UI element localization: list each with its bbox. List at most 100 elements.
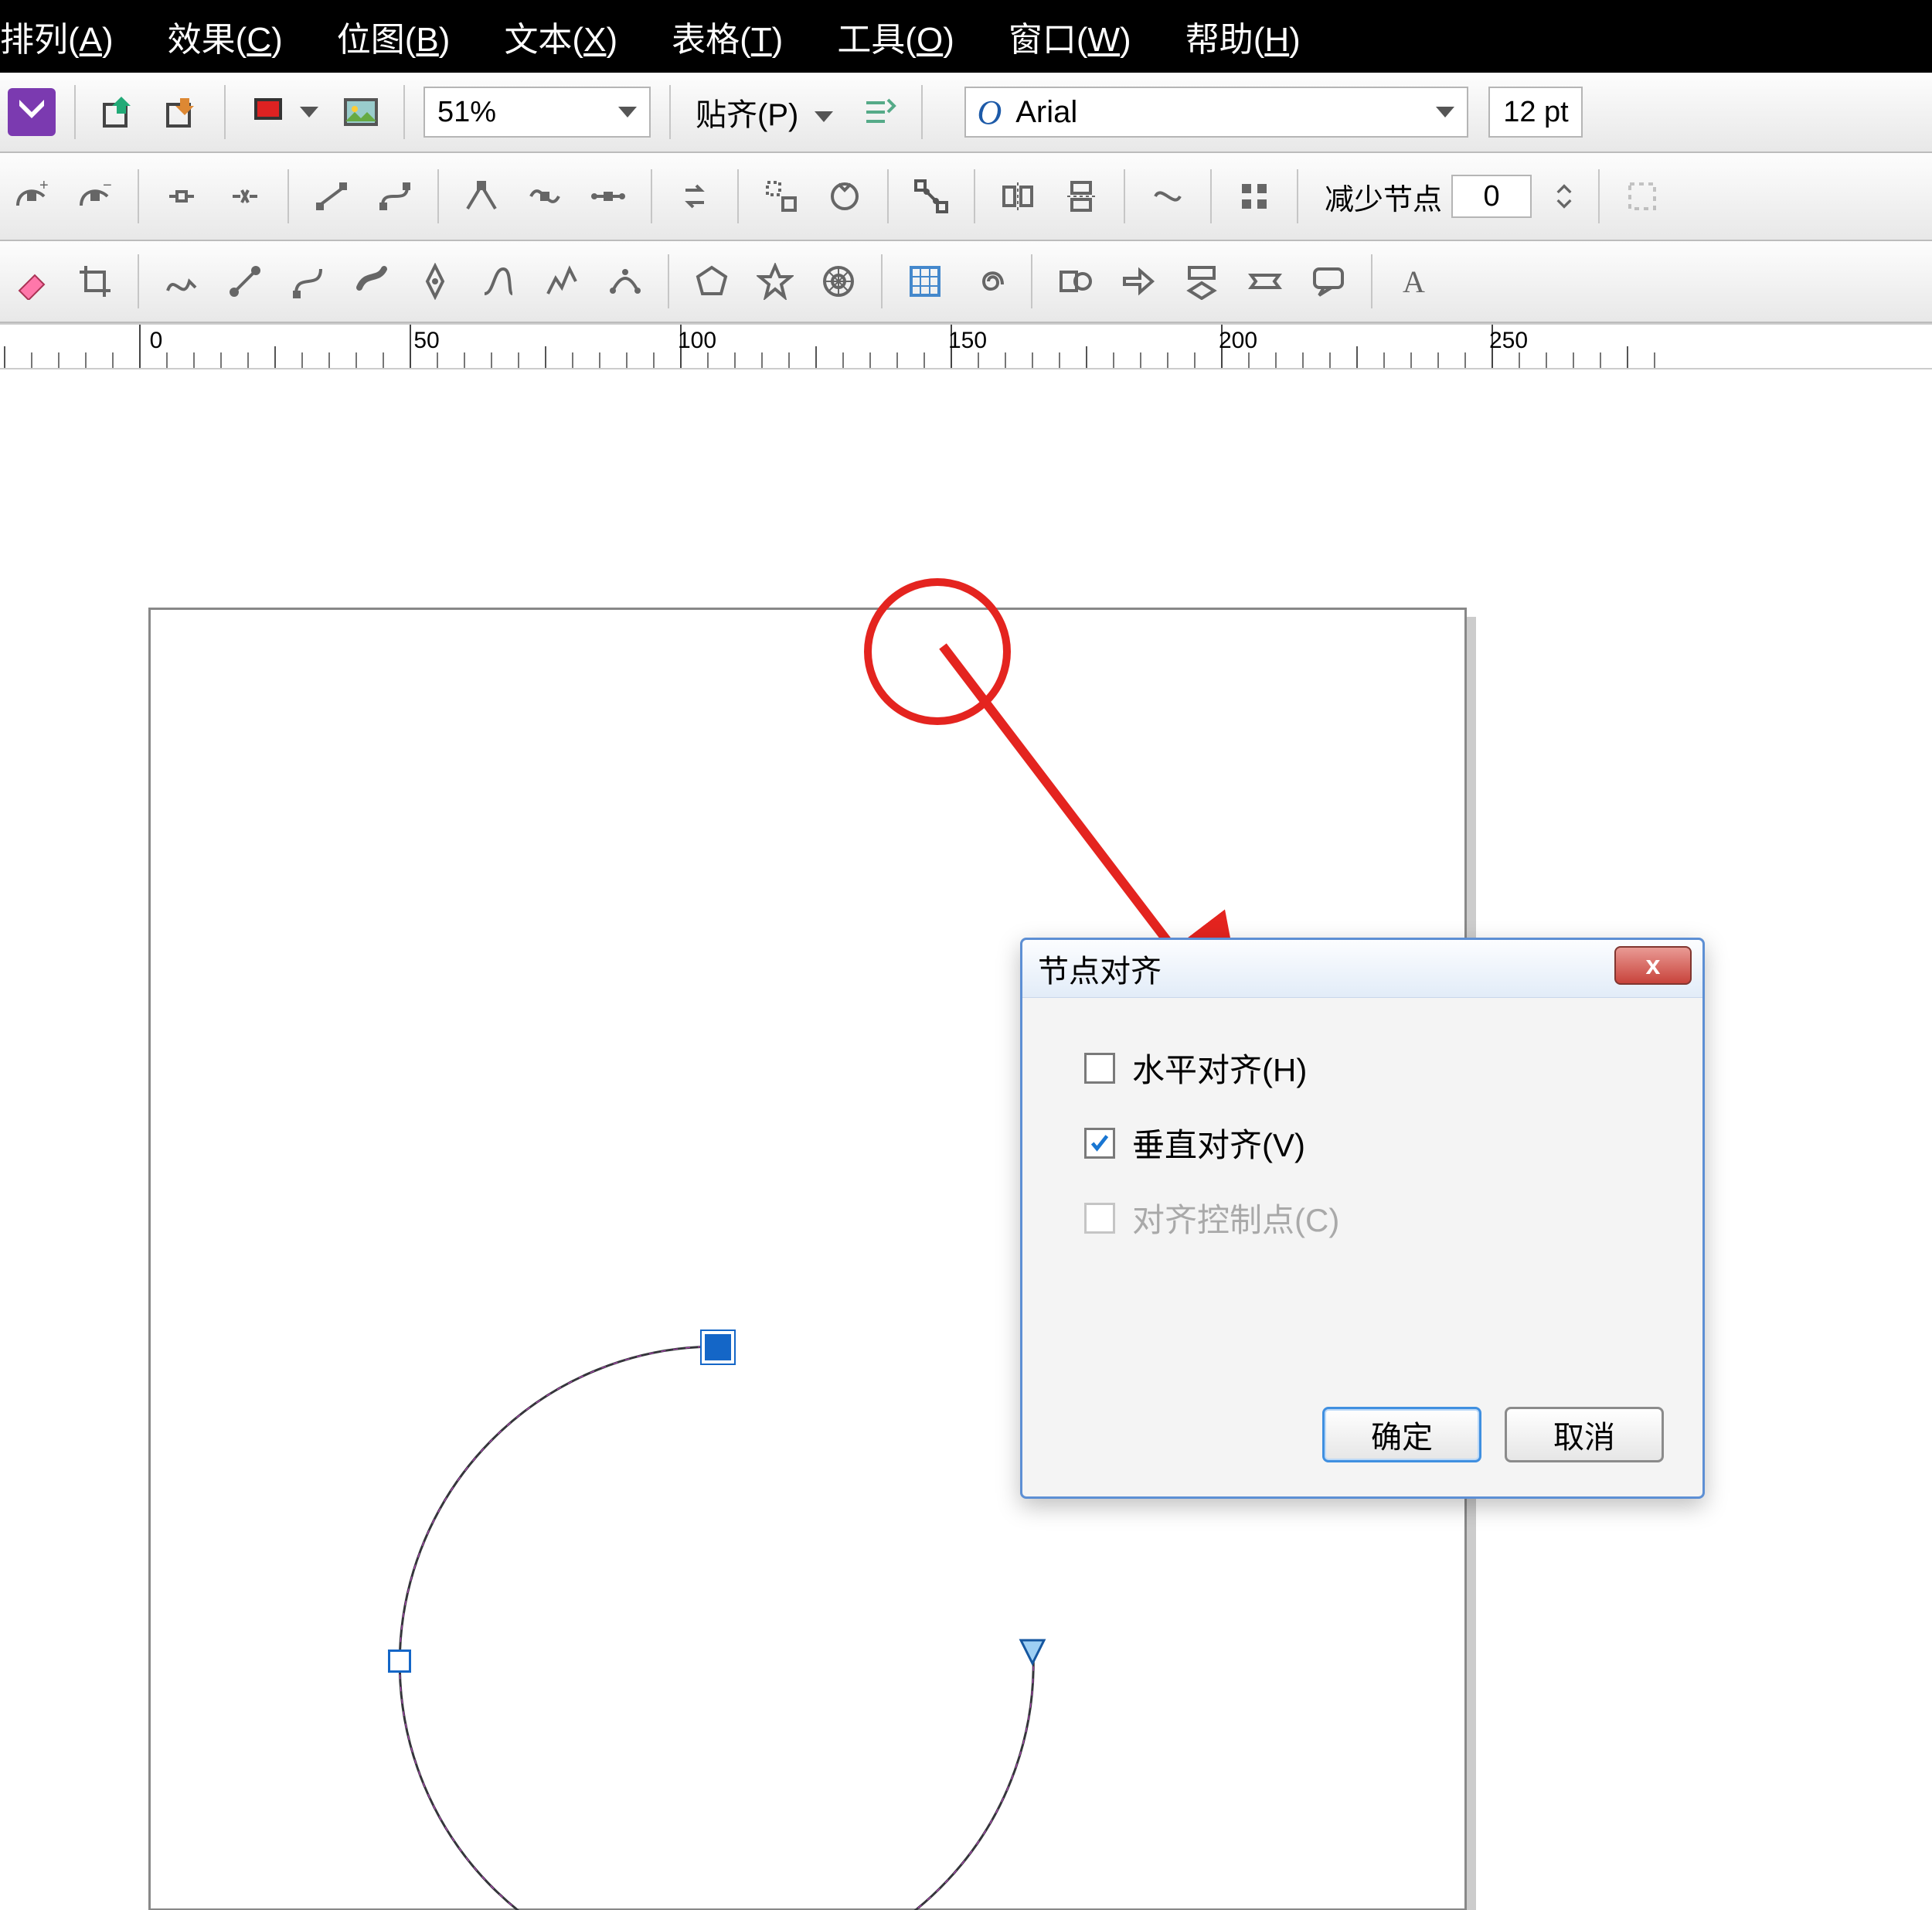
separator bbox=[651, 169, 652, 223]
bspline-icon[interactable] bbox=[474, 257, 522, 305]
dropdown-icon[interactable] bbox=[300, 107, 318, 117]
node-handle[interactable] bbox=[388, 1650, 411, 1673]
dialog-titlebar[interactable]: 节点对齐 x bbox=[1022, 940, 1702, 998]
snap-options-icon[interactable] bbox=[855, 88, 903, 136]
spiral-icon[interactable] bbox=[964, 257, 1012, 305]
break-node-icon[interactable] bbox=[221, 172, 269, 220]
dialog-close-button[interactable]: x bbox=[1614, 946, 1692, 985]
ok-button[interactable]: 确定 bbox=[1322, 1407, 1481, 1462]
option-vertical-align[interactable]: 垂直对齐(V) bbox=[1084, 1119, 1641, 1166]
snap-dropdown[interactable]: 贴齐(P) bbox=[696, 90, 833, 134]
ruler-tick-minor bbox=[4, 346, 5, 368]
text-icon[interactable]: A bbox=[1391, 257, 1439, 305]
crop-icon[interactable] bbox=[71, 257, 119, 305]
reverse-direction-icon[interactable] bbox=[671, 172, 719, 220]
to-curve-icon[interactable] bbox=[371, 172, 419, 220]
ruler-tick-minor bbox=[1464, 352, 1466, 368]
checkbox-unchecked-icon[interactable] bbox=[1084, 1053, 1115, 1084]
ruler-tick-minor bbox=[220, 352, 222, 368]
menu-text[interactable]: 文本(X) bbox=[504, 12, 617, 61]
checkbox-disabled-icon bbox=[1084, 1203, 1115, 1234]
select-all-nodes-icon[interactable] bbox=[1230, 172, 1278, 220]
ruler-tick-minor bbox=[1573, 352, 1574, 368]
selected-node-handle[interactable] bbox=[702, 1331, 734, 1364]
separator bbox=[1598, 169, 1600, 223]
menu-tools[interactable]: 工具(O) bbox=[837, 12, 954, 61]
extend-curve-icon[interactable] bbox=[757, 172, 805, 220]
canvas-area[interactable]: 节点对齐 x 水平对齐(H) 垂直对齐(V) 对齐控制点(C) 确定 取消 bbox=[0, 369, 1932, 1908]
export-icon[interactable] bbox=[158, 88, 206, 136]
smooth-node-icon[interactable] bbox=[521, 172, 569, 220]
symmetric-node-icon[interactable] bbox=[584, 172, 632, 220]
join-nodes-icon[interactable] bbox=[158, 172, 206, 220]
node-align-dialog: 节点对齐 x 水平对齐(H) 垂直对齐(V) 对齐控制点(C) 确定 取消 bbox=[1020, 938, 1705, 1499]
menu-arrange[interactable]: 排列(A) bbox=[0, 12, 114, 61]
extract-subpath-icon[interactable] bbox=[821, 172, 869, 220]
polyline-icon[interactable] bbox=[538, 257, 586, 305]
ruler-tick-minor bbox=[1627, 346, 1628, 368]
app-launcher-icon[interactable] bbox=[244, 88, 292, 136]
eraser-icon[interactable] bbox=[8, 257, 56, 305]
option-control-label: 对齐控制点(C) bbox=[1132, 1194, 1339, 1241]
font-name: Arial bbox=[1015, 95, 1077, 130]
ruler-tick-minor bbox=[572, 352, 573, 368]
pen-icon[interactable] bbox=[411, 257, 459, 305]
separator bbox=[138, 254, 139, 308]
dropdown-icon bbox=[1436, 107, 1454, 117]
ruler-tick-major: 50 bbox=[410, 325, 411, 368]
bezier-icon[interactable] bbox=[284, 257, 332, 305]
welcome-screen-icon[interactable] bbox=[337, 88, 385, 136]
menubar: 排列(A) 效果(C) 位图(B) 文本(X) 表格(T) 工具(O) 窗口(W… bbox=[0, 0, 1932, 73]
menu-bitmap[interactable]: 位图(B) bbox=[337, 12, 451, 61]
delete-node-icon[interactable]: − bbox=[71, 172, 119, 220]
font-size-box[interactable]: 12 pt bbox=[1488, 87, 1583, 138]
basic-shapes-icon[interactable] bbox=[1051, 257, 1099, 305]
complex-star-icon[interactable] bbox=[815, 257, 862, 305]
arc-curve-object[interactable] bbox=[371, 1312, 1066, 1910]
dropdown-icon bbox=[618, 107, 637, 117]
font-combo[interactable]: O Arial bbox=[964, 87, 1468, 138]
separator bbox=[668, 254, 669, 308]
ruler-tick-minor bbox=[1059, 352, 1060, 368]
freehand-icon[interactable] bbox=[158, 257, 206, 305]
flowchart-shapes-icon[interactable] bbox=[1178, 257, 1226, 305]
reflect-horiz-icon[interactable] bbox=[994, 172, 1042, 220]
reduce-nodes-spinner[interactable] bbox=[1549, 172, 1580, 220]
option-horizontal-align[interactable]: 水平对齐(H) bbox=[1084, 1044, 1641, 1091]
separator bbox=[287, 169, 289, 223]
separator bbox=[669, 85, 671, 139]
ruler-tick-minor bbox=[626, 352, 628, 368]
menu-window[interactable]: 窗口(W) bbox=[1009, 12, 1131, 61]
align-nodes-icon[interactable] bbox=[907, 172, 955, 220]
add-node-icon[interactable]: + bbox=[8, 172, 56, 220]
3point-curve-icon[interactable] bbox=[601, 257, 649, 305]
artistic-media-icon[interactable] bbox=[348, 257, 396, 305]
menu-effects[interactable]: 效果(C) bbox=[168, 12, 283, 61]
menu-help[interactable]: 帮助(H) bbox=[1185, 12, 1301, 61]
ruler-tick-minor bbox=[1437, 352, 1439, 368]
cusp-node-icon[interactable] bbox=[457, 172, 505, 220]
bounding-box-icon[interactable] bbox=[1618, 172, 1666, 220]
separator bbox=[974, 169, 975, 223]
star-icon[interactable] bbox=[751, 257, 799, 305]
ruler-tick-minor bbox=[31, 352, 32, 368]
reflect-vert-icon[interactable] bbox=[1057, 172, 1105, 220]
import-icon[interactable] bbox=[94, 88, 142, 136]
ruler-tick-minor bbox=[328, 352, 330, 368]
reduce-nodes-input[interactable]: 0 bbox=[1451, 175, 1532, 218]
banner-shapes-icon[interactable] bbox=[1241, 257, 1289, 305]
checkbox-checked-icon[interactable] bbox=[1084, 1128, 1115, 1159]
polygon-icon[interactable] bbox=[688, 257, 736, 305]
menu-table[interactable]: 表格(T) bbox=[672, 12, 783, 61]
elastic-mode-icon[interactable] bbox=[1144, 172, 1192, 220]
to-line-icon[interactable] bbox=[308, 172, 355, 220]
zoom-combo[interactable]: 51% bbox=[423, 87, 651, 138]
macro-icon[interactable] bbox=[8, 88, 56, 136]
ruler-tick-minor bbox=[923, 352, 925, 368]
arrow-shapes-icon[interactable] bbox=[1114, 257, 1162, 305]
line-2point-icon[interactable] bbox=[221, 257, 269, 305]
callout-shapes-icon[interactable] bbox=[1304, 257, 1352, 305]
cancel-button[interactable]: 取消 bbox=[1505, 1407, 1664, 1462]
graph-paper-icon[interactable] bbox=[901, 257, 949, 305]
ruler-tick-minor bbox=[1167, 352, 1168, 368]
